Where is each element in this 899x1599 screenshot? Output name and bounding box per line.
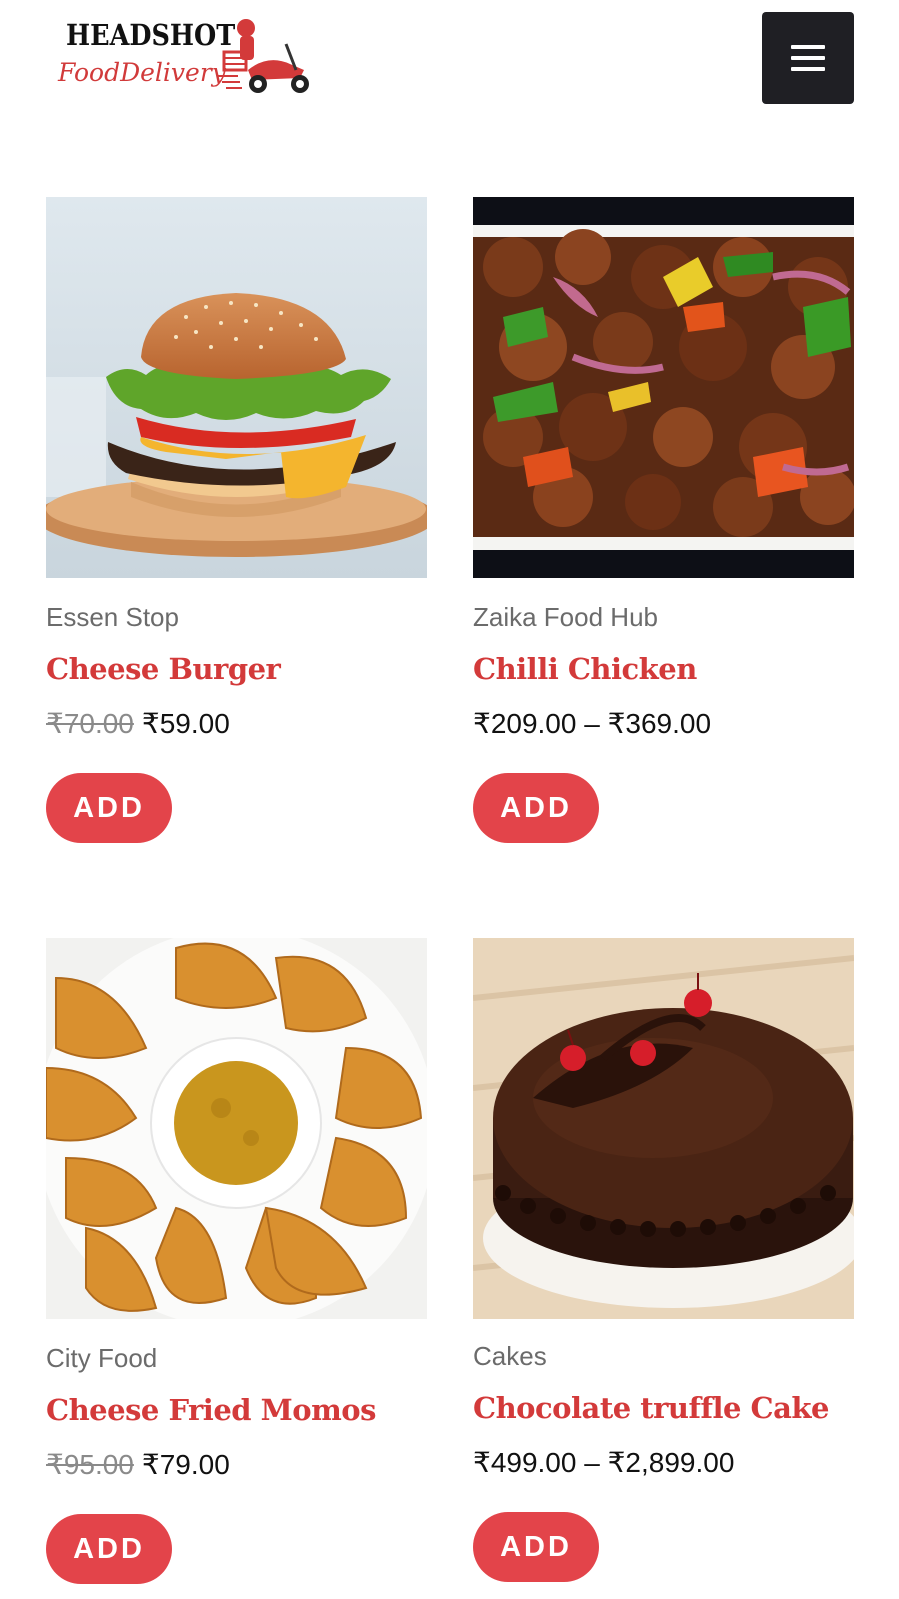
site-logo[interactable]: HEADSHOT FoodDelivery — [58, 14, 318, 104]
product-card: City Food Cheese Fried Momos ₹95.00 ₹79.0… — [46, 938, 427, 1584]
product-price: ₹95.00 ₹79.00 — [46, 1448, 230, 1481]
add-to-cart-button[interactable]: ADD — [473, 1512, 599, 1582]
product-card: Cakes Chocolate truffle Cake ₹499.00 – ₹… — [473, 938, 854, 1582]
add-to-cart-button[interactable]: ADD — [473, 773, 599, 843]
product-category[interactable]: Essen Stop — [46, 602, 179, 633]
product-price: ₹499.00 – ₹2,899.00 — [473, 1446, 734, 1479]
product-old-price: ₹70.00 — [46, 708, 134, 739]
product-title[interactable]: Cheese Burger — [46, 652, 281, 686]
product-category[interactable]: City Food — [46, 1343, 157, 1374]
product-price: ₹209.00 – ₹369.00 — [473, 707, 711, 740]
product-image-burger[interactable] — [46, 197, 427, 578]
logo-title: HEADSHOT — [66, 18, 236, 52]
logo-subtitle: FoodDelivery — [58, 58, 226, 87]
hamburger-menu-icon — [791, 45, 825, 49]
product-price-range: ₹209.00 – ₹369.00 — [473, 708, 712, 739]
site-header: HEADSHOT FoodDelivery — [0, 0, 899, 150]
product-card: Zaika Food Hub Chilli Chicken ₹209.00 – … — [473, 197, 854, 843]
product-title[interactable]: Cheese Fried Momos — [46, 1393, 376, 1427]
product-price-range: ₹499.00 – ₹2,899.00 — [473, 1447, 735, 1478]
product-card: Essen Stop Cheese Burger ₹70.00 ₹59.00 AD… — [46, 197, 427, 843]
product-old-price: ₹95.00 — [46, 1449, 134, 1480]
add-to-cart-button[interactable]: ADD — [46, 1514, 172, 1584]
product-image-cake[interactable] — [473, 938, 854, 1319]
product-sale-price: ₹59.00 — [141, 708, 230, 739]
product-image-momos[interactable] — [46, 938, 427, 1319]
product-category[interactable]: Zaika Food Hub — [473, 602, 658, 633]
product-image-chilli-chicken[interactable] — [473, 197, 854, 578]
product-title[interactable]: Chocolate truffle Cake — [473, 1391, 829, 1425]
product-title[interactable]: Chilli Chicken — [473, 652, 697, 686]
hamburger-menu-icon — [791, 67, 825, 71]
product-category[interactable]: Cakes — [473, 1341, 547, 1372]
menu-toggle-button[interactable] — [762, 12, 854, 104]
scooter-delivery-icon — [218, 19, 309, 93]
product-price: ₹70.00 ₹59.00 — [46, 707, 230, 740]
add-to-cart-button[interactable]: ADD — [46, 773, 172, 843]
hamburger-menu-icon — [791, 56, 825, 60]
product-sale-price: ₹79.00 — [141, 1449, 230, 1480]
